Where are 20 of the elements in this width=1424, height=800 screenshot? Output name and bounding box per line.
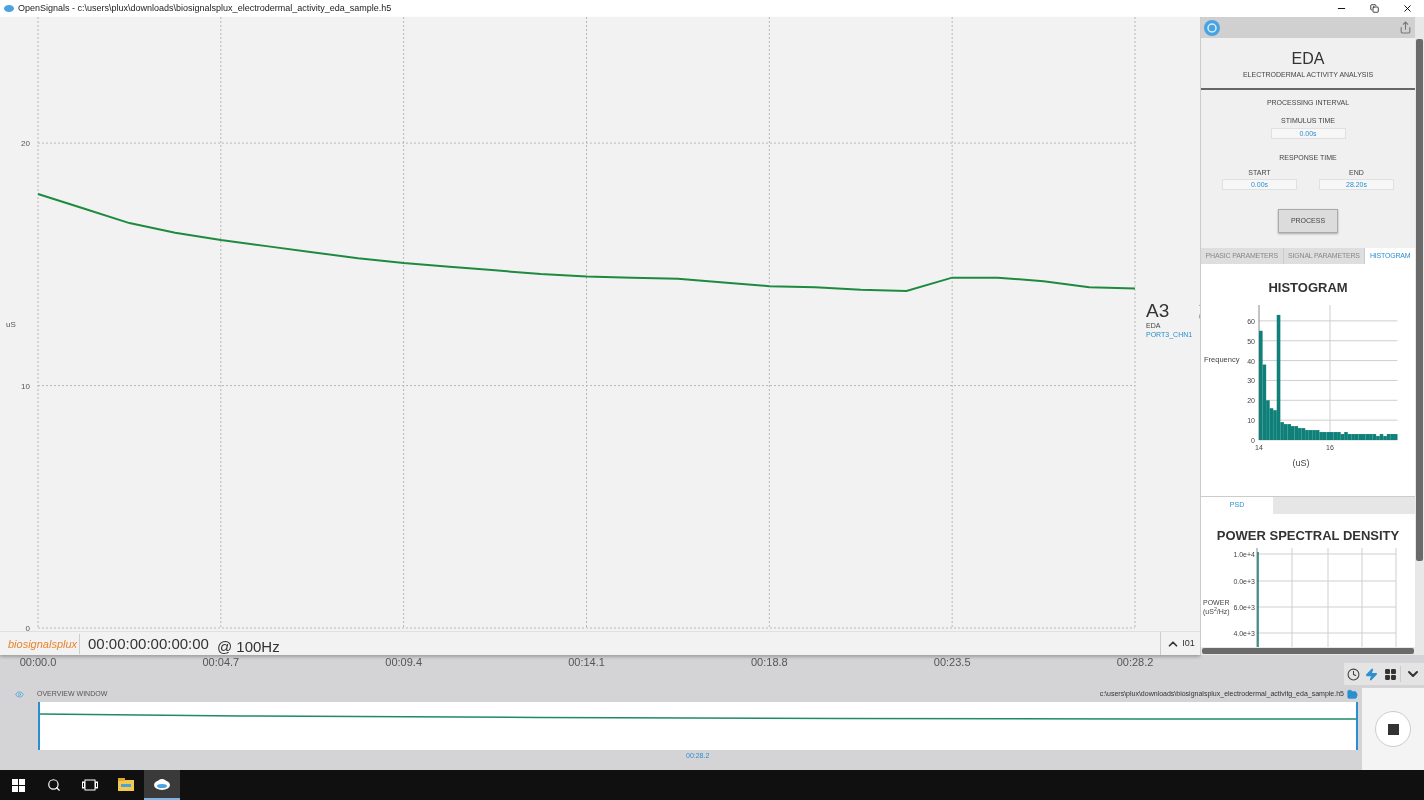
sample-rate: @ 100Hz	[216, 639, 280, 654]
chart-title: HISTOGRAM	[1268, 279, 1348, 297]
axis-label: uS	[6, 320, 16, 329]
brand-logo: biosignalsplux	[0, 633, 80, 654]
window-title: OpenSignals - c:\users\plux\downloads\biosignalsplux_electrodermal_activity_eda_sample.h5	[18, 1, 392, 15]
timecode: 00:00:00:00:00:00	[88, 636, 209, 651]
time-tick-label: 00:04.7	[202, 655, 240, 669]
time-tick-label: 00:23.5	[933, 655, 971, 669]
axis-tick-label: 20	[21, 139, 30, 149]
time-tick-label: 00:00.0	[19, 655, 57, 669]
time-tick-label: 00:28.2	[1116, 655, 1154, 669]
axis-tick-label: 0	[25, 624, 30, 631]
time-tick-label: 00:14.1	[568, 655, 605, 669]
chart-title: POWER SPECTRAL DENSITY	[1216, 527, 1400, 545]
axis-label: (uS)	[1292, 457, 1309, 468]
time-tick-label: 00:18.8	[751, 655, 788, 669]
panel-title: EDA	[1291, 50, 1325, 68]
time-tick-label: 00:09.4	[385, 655, 422, 669]
channel-label: A3	[1146, 301, 1171, 320]
axis-tick-label: 10	[21, 381, 30, 391]
